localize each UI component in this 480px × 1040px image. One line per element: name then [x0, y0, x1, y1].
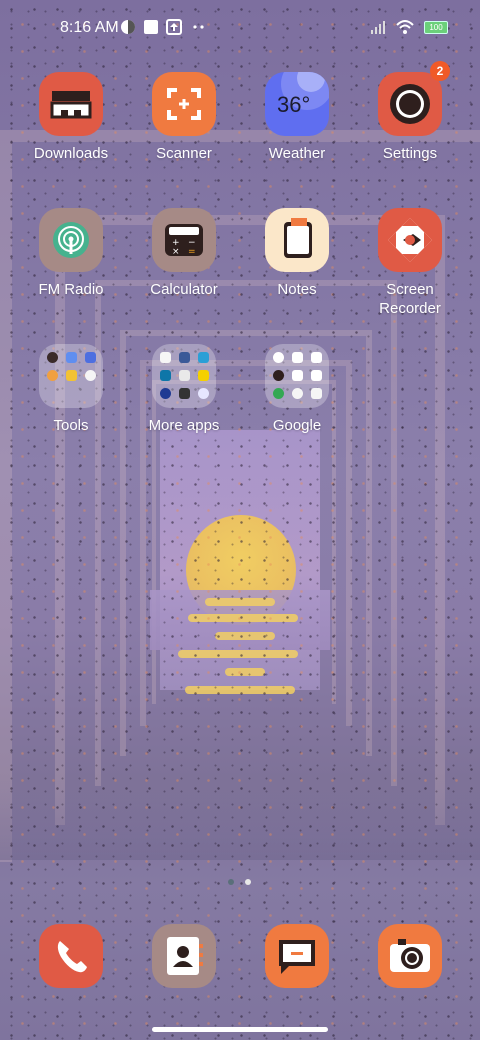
more-dots-icon [191, 19, 207, 35]
folder-icon [152, 344, 216, 408]
notification-badge: 2 [430, 61, 450, 81]
home-gesture-bar[interactable] [152, 1027, 328, 1032]
app-screen-recorder[interactable]: Screen Recorder [354, 208, 466, 318]
folder-label: More apps [148, 417, 220, 434]
battery-icon: 100 [424, 21, 448, 34]
app-downloads[interactable]: Downloads [15, 72, 127, 163]
folder-tools[interactable]: Tools [15, 344, 127, 435]
app-label: Notes [277, 281, 317, 298]
weather-icon: 36° [265, 72, 329, 136]
app-label: Weather [268, 145, 326, 162]
dock-phone[interactable] [15, 924, 127, 988]
settings-icon [378, 72, 442, 136]
svg-text:×: × [172, 247, 180, 257]
app-notes[interactable]: Notes [241, 208, 353, 299]
folder-more-apps[interactable]: More apps [128, 344, 240, 435]
svg-text:=: = [188, 247, 196, 257]
folder-icon [39, 344, 103, 408]
dock-messages[interactable] [241, 924, 353, 988]
page-dot [245, 879, 251, 885]
notes-icon [265, 208, 329, 272]
app-label: FM Radio [38, 281, 104, 298]
messages-icon [265, 924, 329, 988]
app-scanner[interactable]: Scanner [128, 72, 240, 163]
folder-icon [265, 344, 329, 408]
app-label: Scanner [156, 145, 212, 162]
phone-icon [39, 924, 103, 988]
folder-google[interactable]: Google [241, 344, 353, 435]
app-label: Settings [382, 145, 438, 162]
app-settings[interactable]: 2 Settings [354, 61, 466, 163]
contacts-icon [152, 924, 216, 988]
signal-icon [370, 19, 386, 35]
dock-camera[interactable] [354, 924, 466, 988]
page-dot-active [228, 879, 234, 885]
folder-label: Google [272, 417, 322, 434]
fm-radio-icon [39, 208, 103, 272]
folder-label: Tools [53, 417, 89, 434]
app-calculator[interactable]: + − × = Calculator [128, 208, 240, 299]
status-bar: 8:16 AM 100 [0, 0, 480, 56]
vpn-icon [120, 19, 136, 35]
weather-temperature: 36° [277, 92, 311, 117]
downloads-icon [39, 72, 103, 136]
scanner-icon [152, 72, 216, 136]
camera-icon [378, 924, 442, 988]
app-label: Screen Recorder [379, 281, 441, 317]
calculator-icon: + − × = [152, 208, 216, 272]
upload-icon [166, 19, 182, 35]
app-fm-radio[interactable]: FM Radio [15, 208, 127, 299]
app-weather[interactable]: 36° Weather [241, 72, 353, 163]
notification-square-icon [143, 19, 159, 35]
dock-contacts[interactable] [128, 924, 240, 988]
wifi-icon [396, 19, 414, 35]
app-label: Downloads [33, 145, 109, 162]
screen-recorder-icon [378, 208, 442, 272]
app-label: Calculator [150, 281, 218, 298]
status-time: 8:16 AM [60, 19, 119, 36]
